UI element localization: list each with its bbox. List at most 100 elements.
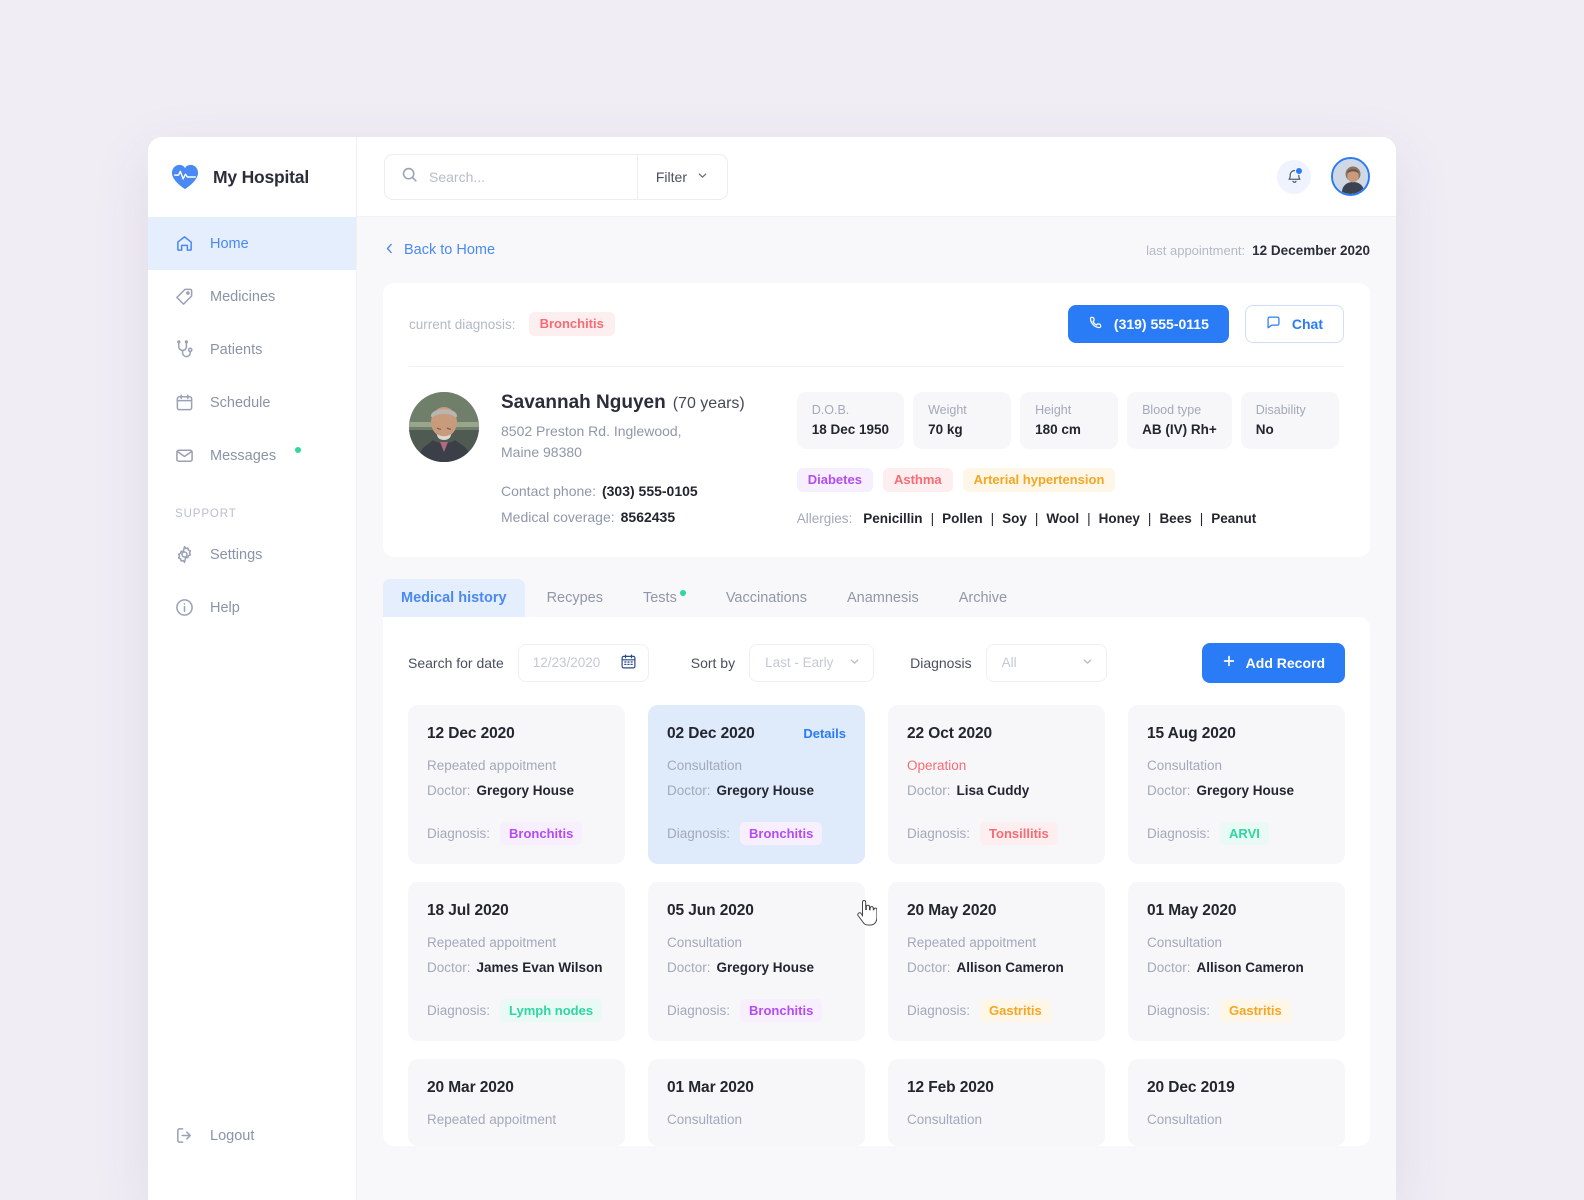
search-input[interactable]: [429, 168, 637, 185]
record-card[interactable]: 12 Feb 2020 Consultation: [888, 1058, 1105, 1146]
notification-unread-dot: [1295, 166, 1303, 175]
record-type: Consultation: [667, 757, 743, 773]
record-card[interactable]: 22 Oct 2020 Operation Doctor: Lisa Cuddy …: [888, 704, 1105, 864]
patient-contact-block: Contact phone: (303) 555-0105 Medical cov…: [501, 479, 745, 531]
tab-anamnesis[interactable]: Anamnesis: [829, 579, 937, 617]
sidebar-item-home[interactable]: Home: [148, 217, 356, 270]
condition-tag-asthma: Asthma: [882, 468, 953, 493]
tab-medical-history[interactable]: Medical history: [383, 578, 525, 617]
allergies-row: Allergies: Penicillin | Pollen | Soy | Wool…: [797, 511, 1344, 526]
sidebar-item-label: Settings: [210, 546, 263, 563]
patient-coverage-label: Medical coverage:: [501, 508, 615, 525]
record-card[interactable]: 20 May 2020 Repeated appoitment Doctor: A…: [888, 881, 1105, 1041]
last-appointment: last appointment: 12 December 2020: [1146, 243, 1370, 258]
sidebar-item-medicines[interactable]: Medicines: [148, 270, 356, 323]
patient-phone-label: Contact phone:: [501, 483, 596, 499]
records-toolbar: Search for date 12/23/2020 Sort by Last …: [408, 642, 1345, 705]
record-diagnosis-label: Diagnosis:: [427, 825, 491, 841]
add-record-label: Add Record: [1245, 654, 1325, 671]
sidebar-item-settings[interactable]: Settings: [148, 528, 356, 581]
record-diagnosis: Diagnosis: Bronchitis: [667, 821, 846, 845]
patient-phone-value: (303) 555-0105: [601, 483, 698, 499]
conditions-row: Diabetes Asthma Arterial hypertension: [796, 468, 1344, 493]
record-date: 15 Aug 2020: [1147, 724, 1236, 742]
chat-button-label: Chat: [1291, 316, 1323, 332]
call-button[interactable]: (319) 555-0115: [1067, 305, 1229, 343]
record-type: Consultation: [1147, 757, 1223, 773]
record-diagnosis: Diagnosis: Bronchitis: [427, 821, 606, 845]
record-card[interactable]: 12 Dec 2020 Repeated appoitment Doctor: G…: [408, 704, 625, 864]
record-diagnosis-label: Diagnosis:: [427, 1002, 491, 1018]
patient-card: current diagnosis: Bronchitis (319) 555-…: [383, 283, 1370, 557]
date-input[interactable]: 12/23/2020: [517, 643, 649, 682]
record-header: 20 May 2020: [907, 902, 1086, 920]
add-record-button[interactable]: Add Record: [1201, 642, 1345, 683]
sort-select[interactable]: Last - Early: [749, 643, 875, 682]
tab-label: Anamnesis: [846, 589, 919, 606]
record-date: 02 Dec 2020: [667, 724, 755, 742]
record-doctor-label: Doctor:: [907, 959, 951, 975]
record-date: 18 Jul 2020: [427, 901, 509, 919]
record-doctor: Doctor: Allison Cameron: [907, 960, 1086, 975]
search-icon: [401, 166, 418, 188]
search-for-date-label: Search for date: [408, 654, 504, 671]
record-card[interactable]: 05 Jun 2020 Consultation Doctor: Gregory …: [648, 881, 865, 1041]
sidebar-item-help[interactable]: Help: [148, 581, 356, 634]
diagnosis-select-value: All: [1001, 655, 1017, 671]
back-to-home-link[interactable]: Back to Home: [383, 242, 495, 259]
current-diagnosis-row: current diagnosis: Bronchitis (319) 555-…: [409, 305, 1344, 343]
record-type: Consultation: [907, 1111, 983, 1127]
record-card[interactable]: 15 Aug 2020 Consultation Doctor: Gregory …: [1128, 704, 1345, 864]
record-date: 20 Dec 2019: [1147, 1078, 1235, 1096]
notifications-button[interactable]: [1277, 159, 1311, 194]
record-date: 20 Mar 2020: [427, 1078, 514, 1096]
sidebar-item-patients[interactable]: Patients: [148, 323, 356, 376]
vital-label: Weight: [928, 403, 967, 417]
avatar[interactable]: [1331, 157, 1370, 196]
tab-recypes[interactable]: Recypes: [529, 579, 621, 617]
call-button-label: (319) 555-0115: [1113, 316, 1209, 332]
record-card[interactable]: 01 Mar 2020 Consultation: [648, 1058, 865, 1146]
tab-archive[interactable]: Archive: [941, 579, 1025, 617]
sidebar-item-label: Medicines: [210, 288, 276, 305]
chevron-down-icon: [696, 169, 709, 185]
chat-button[interactable]: Chat: [1244, 305, 1344, 343]
allergy-item: Bees: [1159, 511, 1192, 527]
record-card[interactable]: 20 Dec 2019 Consultation: [1128, 1058, 1345, 1146]
record-details-link[interactable]: Details: [803, 726, 846, 741]
calendar-icon: [620, 653, 637, 673]
topbar-actions: [1277, 157, 1370, 196]
record-diagnosis-label: Diagnosis:: [667, 1002, 731, 1018]
sidebar-item-schedule[interactable]: Schedule: [148, 376, 356, 429]
record-diagnosis-label: Diagnosis:: [907, 825, 971, 841]
tab-label: Tests: [642, 589, 677, 606]
record-diagnosis-tag: Tonsillitis: [980, 821, 1058, 845]
record-doctor-label: Doctor:: [667, 959, 711, 975]
record-card[interactable]: 01 May 2020 Consultation Doctor: Allison …: [1128, 881, 1345, 1041]
patient-name-row: Savannah Nguyen (70 years): [501, 392, 745, 414]
search-field[interactable]: [385, 166, 637, 188]
brand[interactable]: My Hospital: [148, 137, 356, 217]
tab-vaccinations[interactable]: Vaccinations: [708, 579, 825, 617]
record-card[interactable]: 02 Dec 2020 Details Consultation Doctor:…: [648, 704, 865, 864]
search-container: Filter: [384, 153, 728, 200]
vital-blood-type: Blood type AB (IV) Rh+: [1127, 392, 1232, 449]
chevron-left-icon: [383, 242, 396, 259]
sidebar-item-messages[interactable]: Messages: [148, 429, 356, 482]
tab-tests[interactable]: Tests: [625, 579, 704, 617]
record-card[interactable]: 20 Mar 2020 Repeated appoitment: [408, 1058, 625, 1146]
diagnosis-select[interactable]: All: [985, 643, 1107, 682]
filter-button[interactable]: Filter: [636, 154, 727, 199]
tab-label: Vaccinations: [725, 589, 807, 606]
record-card[interactable]: 18 Jul 2020 Repeated appoitment Doctor: J…: [408, 881, 625, 1041]
record-diagnosis-tag: Bronchitis: [740, 998, 823, 1022]
record-doctor-label: Doctor:: [907, 782, 951, 798]
condition-tag-diabetes: Diabetes: [796, 468, 873, 493]
sidebar-item-logout[interactable]: Logout: [148, 1109, 356, 1162]
chevron-down-icon: [848, 655, 861, 671]
record-diagnosis-tag: Bronchitis: [500, 821, 583, 845]
record-header: 02 Dec 2020 Details: [667, 725, 846, 743]
record-type: Consultation: [667, 934, 743, 950]
patient-coverage-value: 8562435: [620, 508, 676, 525]
filter-label: Filter: [655, 168, 687, 185]
